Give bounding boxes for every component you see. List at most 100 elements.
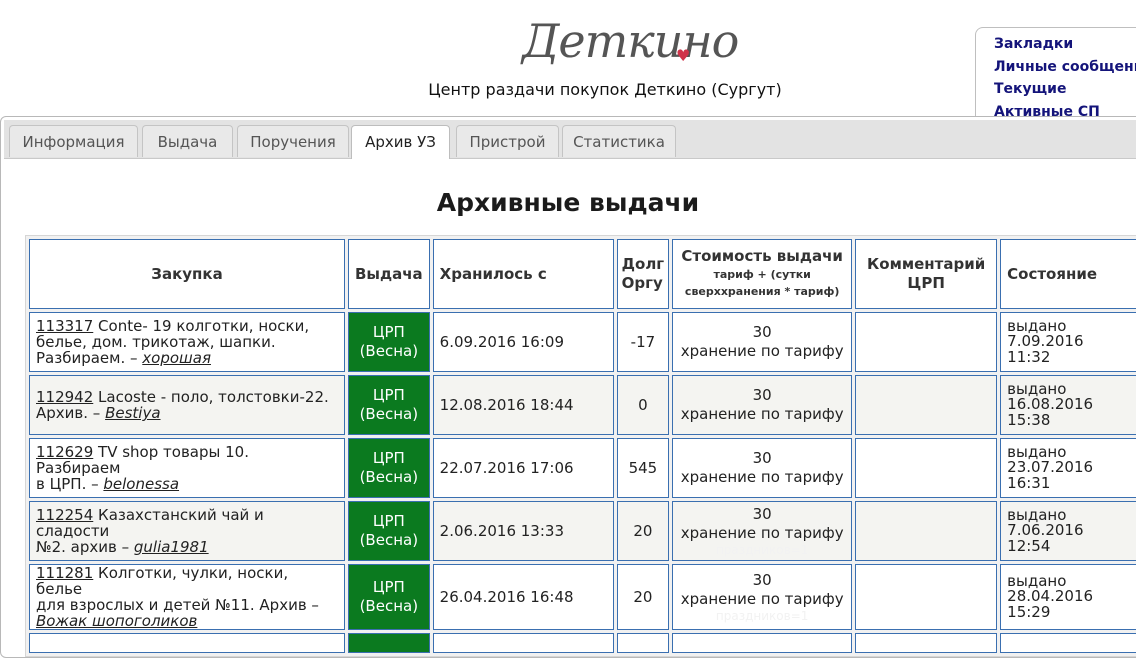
organizer-link[interactable]: belonessa (103, 475, 179, 493)
cost-note: хранение по тарифу (680, 405, 844, 423)
issue-line1: ЦРП (372, 386, 405, 404)
table-header-row: Закупка Выдача Хранилось с Долг Оргу Сто… (29, 239, 1136, 309)
purchase-cell: 111281 Колготки, чулки, носки, белье для… (29, 564, 345, 630)
site-subtitle: Центр раздачи покупок Деткино (Сургут) (428, 80, 782, 99)
stored-since-cell: 2.06.2016 13:33 (432, 501, 614, 561)
issue-line2: (Весна) (359, 531, 419, 549)
header-comment-line2: ЦРП (907, 274, 945, 292)
organizer-link[interactable]: Bestiya (105, 404, 160, 422)
state-line3: 16:31 (1007, 473, 1051, 492)
cost-note: хранение по тарифу (680, 524, 844, 542)
cost-cell: 30 хранение по тарифу (672, 438, 853, 498)
comment-cell (855, 501, 998, 561)
header-state: Состояние (1000, 239, 1136, 309)
header-debt-line1: Долг (621, 255, 665, 273)
state-line3: 15:38 (1007, 410, 1051, 429)
issue-status-cell: ЦРП (Весна) (348, 375, 430, 435)
comment-cell (855, 375, 998, 435)
comment-cell (855, 312, 998, 372)
stored-since-cell: 12.08.2016 18:44 (432, 375, 614, 435)
state-line3: 15:29 (1007, 602, 1051, 621)
cost-value: 30 (752, 386, 772, 404)
current-link[interactable]: Текущие (994, 78, 1136, 101)
header-cost: Стоимость выдачи тариф + (сутки сверххра… (672, 239, 853, 309)
debt-cell: -17 (616, 312, 670, 372)
archive-table-container: Закупка Выдача Хранилось с Долг Оргу Сто… (25, 235, 1136, 657)
tab-info[interactable]: Информация (9, 125, 138, 157)
state-cell: выдано 7.06.2016 12:54 (1000, 501, 1136, 561)
stored-since-cell: 26.04.2016 16:48 (432, 564, 614, 630)
quick-links-panel: Закладки Личные сообщения Текущие Активн… (975, 27, 1136, 125)
table-row: 112629 TV shop товары 10. Разбираем в ЦР… (29, 438, 1136, 498)
debt-cell: 0 (616, 375, 670, 435)
issue-line1: ЦРП (372, 449, 405, 467)
cost-note: хранение по тарифу (680, 342, 844, 360)
bookmarks-link[interactable]: Закладки (994, 33, 1136, 56)
purchase-cell: 112942 Lacoste - поло, толстовки-22. Арх… (29, 375, 345, 435)
purchase-cell: 112254 Казахстанский чай и сладости №2. … (29, 501, 345, 561)
archive-table: Закупка Выдача Хранилось с Долг Оргу Сто… (26, 236, 1136, 656)
issue-line2: (Весна) (359, 405, 419, 423)
cost-cell: 30 хранение по тарифу (672, 375, 853, 435)
organizer-link[interactable]: Вожак шопоголиков (36, 612, 197, 630)
tab-assignments[interactable]: Поручения (237, 125, 349, 157)
tab-statistics[interactable]: Статистика (562, 125, 676, 157)
header-debt: Долг Оргу (616, 239, 670, 309)
organizer-link[interactable]: хорошая (142, 349, 211, 367)
issue-line2: (Весна) (359, 468, 419, 486)
debt-cell (616, 633, 670, 653)
private-messages-link[interactable]: Личные сообщения (994, 56, 1136, 79)
issue-line1: ЦРП (372, 323, 405, 341)
header-purchase: Закупка (29, 239, 345, 309)
issue-status-cell: ЦРП (Весна) (348, 438, 430, 498)
tab-archive[interactable]: Архив УЗ (351, 125, 450, 159)
issue-line2: (Весна) (359, 597, 419, 615)
cost-faint-note: праздников=1 (715, 609, 809, 623)
tab-issue[interactable]: Выдача (142, 125, 233, 157)
issue-status-cell: ЦРП (Весна) (348, 312, 430, 372)
state-cell: выдано 28.04.2016 15:29 (1000, 564, 1136, 630)
state-cell: выдано 23.07.2016 16:31 (1000, 438, 1136, 498)
tab-placement[interactable]: Пристрой (456, 125, 559, 157)
issue-line1: ЦРП (372, 578, 405, 596)
header-comment: Комментарий ЦРП (855, 239, 998, 309)
organizer-link[interactable]: gulia1981 (134, 538, 209, 556)
comment-cell (855, 633, 998, 653)
debt-cell: 20 (616, 501, 670, 561)
issue-status-cell: ЦРП (Весна) (348, 564, 430, 630)
purchase-title-line2: в ЦРП. – (36, 475, 104, 493)
table-row: 111281 Колготки, чулки, носки, белье для… (29, 564, 1136, 630)
issue-status-cell (348, 633, 430, 653)
comment-cell (855, 438, 998, 498)
detkino-logo[interactable]: Деткино ♥ (516, 10, 739, 76)
state-cell: выдано 16.08.2016 15:38 (1000, 375, 1136, 435)
cost-value: 30 (752, 449, 772, 467)
state-line3: 11:32 (1007, 347, 1051, 366)
cost-cell: 30 хранение по тарифу (672, 312, 853, 372)
page-title: Архивные выдачи (436, 188, 700, 217)
state-cell (1000, 633, 1136, 653)
cost-cell: 30 хранение по тарифу праздников=1 (672, 564, 853, 630)
issue-line1: ЦРП (372, 512, 405, 530)
purchase-cell: 112629 TV shop товары 10. Разбираем в ЦР… (29, 438, 345, 498)
cost-value: 30 (752, 323, 772, 341)
debt-cell: 545 (616, 438, 670, 498)
cost-cell (672, 633, 853, 653)
state-line3: 12:54 (1007, 536, 1051, 555)
state-cell: выдано 7.09.2016 11:32 (1000, 312, 1136, 372)
purchase-title-line3: Разбираем. – (36, 349, 143, 367)
cost-note: хранение по тарифу (680, 590, 844, 608)
stored-since-cell: 6.09.2016 16:09 (432, 312, 614, 372)
issue-status-cell: ЦРП (Весна) (348, 501, 430, 561)
logo-text: Деткино (522, 14, 739, 68)
comment-cell (855, 564, 998, 630)
cost-value: 30 (752, 505, 772, 523)
purchase-cell: 113317 Conte- 19 колготки, носки, белье,… (29, 312, 345, 372)
cost-value: 30 (752, 571, 772, 589)
table-row: 113317 Conte- 19 колготки, носки, белье,… (29, 312, 1136, 372)
cost-cell: 30 хранение по тарифу праздников=1 (672, 501, 853, 561)
stored-since-cell (432, 633, 614, 653)
header-cost-sub2: сверххранения * тариф) (684, 285, 840, 298)
header-comment-line1: Комментарий (867, 255, 986, 273)
table-row: 112942 Lacoste - поло, толстовки-22. Арх… (29, 375, 1136, 435)
